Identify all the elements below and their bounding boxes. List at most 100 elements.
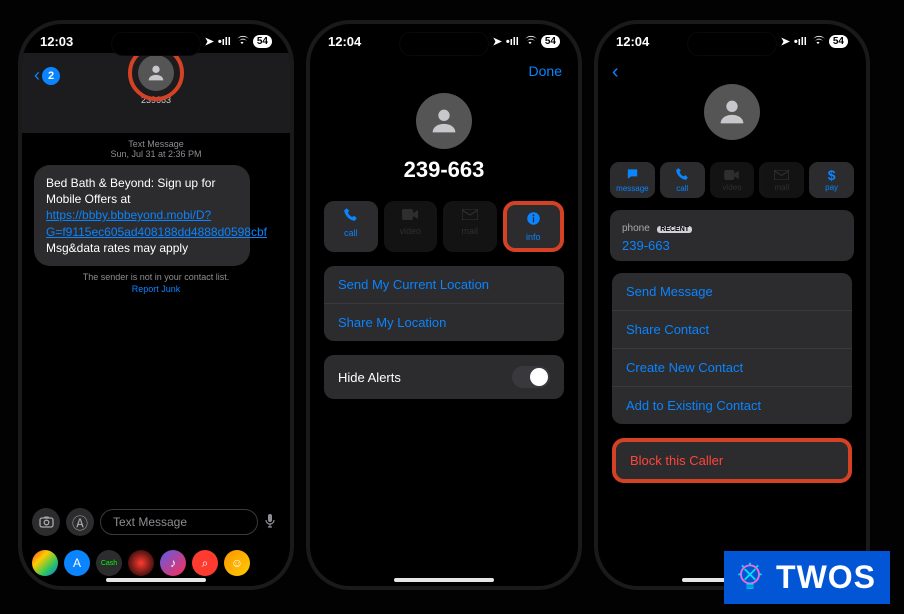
status-time: 12:03	[40, 34, 73, 49]
status-time: 12:04	[616, 34, 649, 49]
wifi-icon	[235, 35, 249, 48]
notch	[399, 32, 489, 56]
location-icon: ➤	[205, 35, 214, 48]
mic-icon[interactable]	[264, 513, 280, 532]
back-button[interactable]: ‹	[598, 53, 866, 84]
recent-badge: RECENT	[657, 226, 692, 233]
twos-brand-logo: TWOS	[724, 551, 890, 604]
message-icon	[611, 167, 654, 184]
status-time: 12:04	[328, 34, 361, 49]
unread-badge: 2	[42, 67, 60, 85]
phone-icon	[661, 167, 704, 184]
mail-icon	[760, 167, 803, 183]
notch	[687, 32, 777, 56]
app-drawer[interactable]: A Cash ♪ ⌕ ☺	[22, 546, 290, 580]
battery-level: 54	[253, 35, 272, 48]
video-icon	[386, 207, 436, 224]
message-meta: Text Message Sun, Jul 31 at 2:36 PM	[22, 139, 290, 159]
meta-date: Sun, Jul 31 at 2:36 PM	[110, 149, 201, 159]
message-button[interactable]: message	[610, 162, 655, 198]
message-header: ‹ 2 239663	[22, 53, 290, 133]
video-icon	[711, 167, 754, 183]
mail-button: mail	[443, 201, 497, 252]
lightbulb-icon	[732, 560, 768, 596]
action-label: info	[509, 232, 559, 242]
phone-icon	[326, 207, 376, 226]
home-indicator[interactable]	[394, 578, 494, 582]
contact-number: 239-663	[310, 157, 578, 183]
video-button: video	[384, 201, 438, 252]
message-input[interactable]: Text Message	[100, 509, 258, 535]
call-button[interactable]: call	[324, 201, 378, 252]
info-button[interactable]: info	[503, 201, 565, 252]
dollar-icon: $	[810, 167, 853, 183]
fitness-app-icon[interactable]	[128, 550, 154, 576]
notch	[111, 32, 201, 56]
send-location[interactable]: Send My Current Location	[324, 266, 564, 304]
appstore-button[interactable]: Ⓐ	[66, 508, 94, 536]
memoji-app-icon[interactable]: ☺	[224, 550, 250, 576]
applecash-app-icon[interactable]: Cash	[96, 550, 122, 576]
photos-app-icon[interactable]	[32, 550, 58, 576]
action-label: mail	[445, 226, 495, 236]
contact-avatar	[416, 93, 472, 149]
camera-button[interactable]	[32, 508, 60, 536]
location-icon: ➤	[781, 35, 790, 48]
report-junk-link[interactable]: Report Junk	[22, 284, 290, 294]
action-label: video	[386, 226, 436, 236]
phone-number: 239-663	[622, 238, 842, 253]
wifi-icon	[523, 35, 537, 48]
action-label: pay	[810, 183, 853, 192]
add-existing-contact[interactable]: Add to Existing Contact	[612, 387, 852, 424]
hide-alerts-row[interactable]: Hide Alerts	[324, 355, 564, 399]
pay-button[interactable]: $ pay	[809, 162, 854, 198]
phone-label: phone	[622, 223, 650, 234]
wifi-icon	[811, 35, 825, 48]
action-label: message	[611, 184, 654, 193]
camera-icon	[39, 516, 54, 528]
contact-avatar	[704, 84, 760, 140]
alerts-group: Hide Alerts	[324, 355, 564, 399]
person-icon	[715, 95, 749, 129]
appstore-app-icon[interactable]: A	[64, 550, 90, 576]
mail-button: mail	[759, 162, 804, 198]
share-contact[interactable]: Share Contact	[612, 311, 852, 349]
person-icon	[427, 104, 461, 138]
message-bubble[interactable]: Bed Bath & Beyond: Sign up for Mobile Of…	[34, 165, 250, 266]
meta-type: Text Message	[128, 139, 184, 149]
block-group: Block this Caller	[612, 438, 852, 483]
music-app-icon[interactable]: ♪	[160, 550, 186, 576]
block-caller[interactable]: Block this Caller	[616, 442, 848, 479]
phone-2-contact-sheet: 12:04 ➤ •ıll 54 Done 239-663 call video	[306, 20, 582, 590]
junk-notice: The sender is not in your contact list.	[83, 272, 230, 282]
video-button: video	[710, 162, 755, 198]
search-app-icon[interactable]: ⌕	[192, 550, 218, 576]
phone-number-block[interactable]: phone RECENT 239-663	[610, 210, 854, 261]
hide-alerts-label: Hide Alerts	[338, 370, 401, 385]
phone-1-messages: 12:03 ➤ •ıll 54 ‹ 2 239663 Text Message	[18, 20, 294, 590]
bubble-link[interactable]: https://bbby.bbbeyond.mobi/D?G=f9115ec60…	[46, 208, 267, 238]
action-label: call	[326, 228, 376, 238]
battery-level: 54	[829, 35, 848, 48]
action-label: video	[711, 183, 754, 192]
send-message[interactable]: Send Message	[612, 273, 852, 311]
signal-icon: •ıll	[218, 36, 231, 48]
create-new-contact[interactable]: Create New Contact	[612, 349, 852, 387]
share-location[interactable]: Share My Location	[324, 304, 564, 341]
brand-text: TWOS	[776, 559, 876, 595]
action-row: message call video mail $ pay	[598, 162, 866, 198]
info-icon	[509, 211, 559, 230]
bubble-text-post: Msg&data rates may apply	[46, 241, 188, 255]
compose-row: Ⓐ Text Message	[22, 502, 290, 542]
call-button[interactable]: call	[660, 162, 705, 198]
done-button[interactable]: Done	[310, 53, 578, 79]
action-label: call	[661, 184, 704, 193]
location-group: Send My Current Location Share My Locati…	[324, 266, 564, 341]
toggle-switch[interactable]	[512, 366, 550, 388]
back-button[interactable]: ‹ 2	[34, 65, 60, 86]
action-label: mail	[760, 183, 803, 192]
phone-3-contact-info: 12:04 ➤ •ıll 54 ‹ message call	[594, 20, 870, 590]
signal-icon: •ıll	[794, 36, 807, 48]
home-indicator[interactable]	[106, 578, 206, 582]
bubble-text-pre: Bed Bath & Beyond: Sign up for Mobile Of…	[46, 176, 215, 206]
